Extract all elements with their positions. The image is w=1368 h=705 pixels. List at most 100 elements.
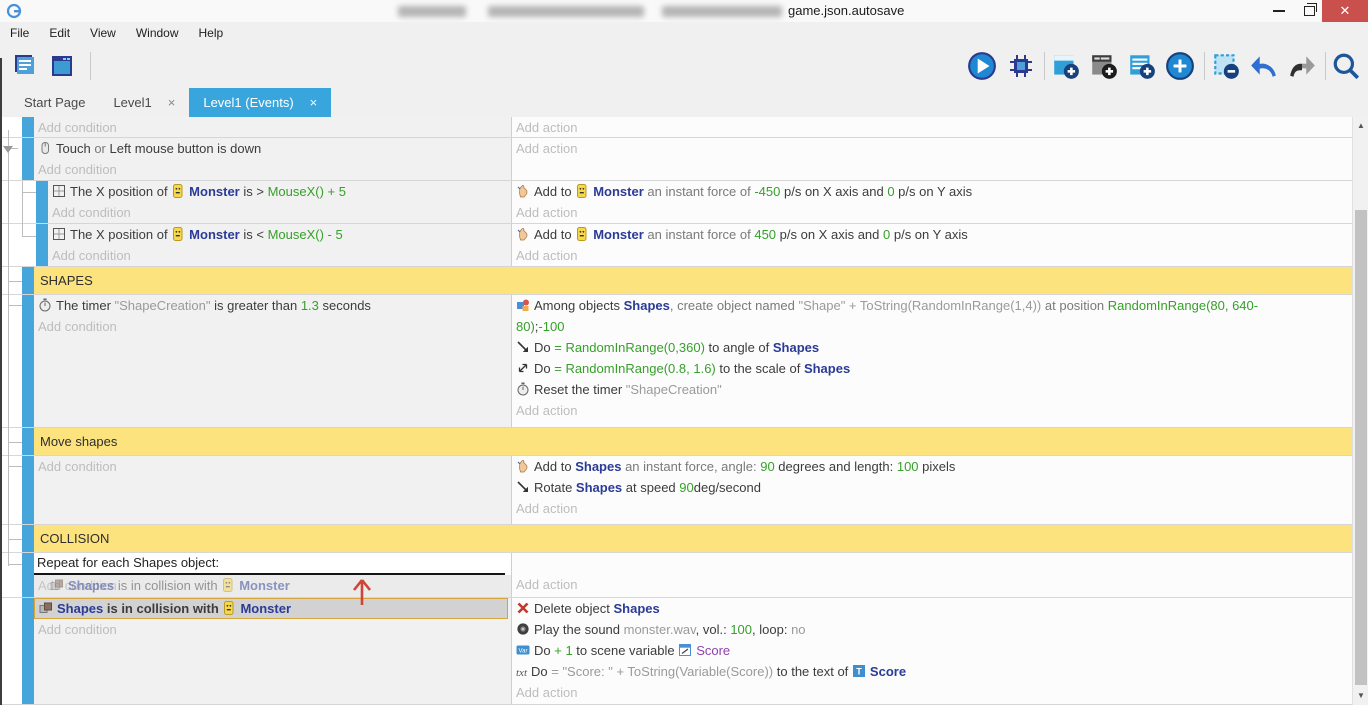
action-row[interactable]: txtDo = "Score: " + ToString(Variable(Sc… bbox=[512, 661, 1352, 682]
tab-level1[interactable]: Level1 × bbox=[99, 88, 189, 117]
scene-preview-icon[interactable] bbox=[46, 50, 78, 82]
action-row[interactable]: Rotate Shapes at speed 90deg/second bbox=[512, 477, 1352, 498]
force-icon bbox=[516, 459, 530, 473]
condition-row[interactable]: The X position of Monster is < MouseX() … bbox=[48, 224, 511, 245]
action-row[interactable]: Do = RandomInRange(0,360) to angle of Sh… bbox=[512, 337, 1352, 358]
text-segment: is greater than bbox=[210, 298, 300, 313]
condition-row[interactable]: Touch or Left mouse button is down bbox=[34, 138, 511, 159]
menu-file[interactable]: File bbox=[0, 22, 39, 44]
event-color-bar[interactable] bbox=[22, 525, 34, 552]
menu-view[interactable]: View bbox=[80, 22, 126, 44]
event-color-bar[interactable] bbox=[22, 553, 34, 597]
text-segment: an instant force, angle: bbox=[621, 459, 760, 474]
scene-editor-icon[interactable] bbox=[8, 50, 40, 82]
action-spacer bbox=[512, 553, 1352, 574]
svg-text:T: T bbox=[856, 667, 862, 677]
action-row[interactable]: Add to Monster an instant force of 450 p… bbox=[512, 224, 1352, 245]
text-segment: an instant force of bbox=[644, 184, 755, 199]
comment-block: Move shapes bbox=[0, 428, 1352, 456]
action-row[interactable]: Do = RandomInRange(0.8, 1.6) to the scal… bbox=[512, 358, 1352, 379]
add-action-button[interactable]: Add action bbox=[512, 117, 1352, 137]
add-action-button[interactable]: Add action bbox=[512, 202, 1352, 223]
text-segment: or bbox=[94, 141, 109, 156]
tab-level1-events[interactable]: Level1 (Events) × bbox=[189, 88, 331, 117]
add-condition-button[interactable]: Add condition bbox=[34, 619, 511, 640]
play-icon[interactable] bbox=[966, 50, 998, 82]
action-row[interactable]: Add to Monster an instant force of -450 … bbox=[512, 181, 1352, 202]
add-condition-button[interactable]: Add condition bbox=[34, 117, 511, 137]
event-color-bar[interactable] bbox=[22, 428, 34, 455]
text-segment: 100 bbox=[730, 622, 752, 637]
action-row[interactable]: 80);-100 bbox=[512, 316, 1352, 337]
conditions-cell: The X position of Monster is > MouseX() … bbox=[48, 181, 512, 223]
undo-icon[interactable] bbox=[1248, 50, 1280, 82]
add-action-button[interactable]: Add action bbox=[512, 400, 1352, 421]
action-row[interactable]: Add to Shapes an instant force, angle: 9… bbox=[512, 456, 1352, 477]
add-condition-button[interactable]: Add condition bbox=[48, 245, 511, 266]
add-action-button[interactable]: Add action bbox=[512, 138, 1352, 159]
conditions-cell: Add condition bbox=[34, 117, 512, 137]
collapse-arrow-icon[interactable] bbox=[3, 146, 13, 158]
foreach-header[interactable]: Repeat for each Shapes object: bbox=[34, 553, 505, 575]
event-color-bar[interactable] bbox=[22, 117, 34, 137]
add-condition-button[interactable]: Add condition bbox=[34, 456, 511, 477]
add-action-button[interactable]: Add action bbox=[512, 682, 1352, 703]
menu-window[interactable]: Window bbox=[126, 22, 189, 44]
condition-row[interactable]: The X position of Monster is > MouseX() … bbox=[48, 181, 511, 202]
condition-row[interactable]: The timer "ShapeCreation" is greater tha… bbox=[34, 295, 511, 316]
vertical-scrollbar[interactable]: ▲ ▼ bbox=[1352, 117, 1368, 705]
redacted-title-segment bbox=[398, 6, 466, 17]
search-icon[interactable] bbox=[1330, 50, 1362, 82]
action-row[interactable]: Reset the timer "ShapeCreation" bbox=[512, 379, 1352, 400]
monster-icon bbox=[171, 227, 185, 241]
remove-event-icon[interactable] bbox=[1210, 50, 1242, 82]
event-block: Touch or Left mouse button is downAdd co… bbox=[0, 138, 1352, 181]
add-group-icon[interactable] bbox=[1088, 50, 1120, 82]
condition-row-selected[interactable]: Shapes is in collision with Monster bbox=[34, 598, 508, 619]
scroll-down-icon[interactable]: ▼ bbox=[1353, 689, 1368, 703]
event-color-bar[interactable] bbox=[22, 295, 34, 427]
scrollbar-thumb[interactable] bbox=[1355, 210, 1367, 685]
tab-close-icon[interactable]: × bbox=[310, 95, 318, 110]
action-row[interactable]: Among objects Shapes, create object name… bbox=[512, 295, 1352, 316]
indent-spacer bbox=[22, 181, 36, 223]
action-row[interactable]: VarDo + 1 to scene variable Score bbox=[512, 640, 1352, 661]
scroll-up-icon[interactable]: ▲ bbox=[1353, 119, 1368, 133]
add-action-button[interactable]: Add action bbox=[512, 498, 1352, 519]
add-circle-icon[interactable] bbox=[1164, 50, 1196, 82]
add-action-button[interactable]: Add action bbox=[512, 245, 1352, 266]
menu-help[interactable]: Help bbox=[189, 22, 234, 44]
event-color-bar[interactable] bbox=[36, 224, 48, 266]
event-color-bar[interactable] bbox=[22, 598, 34, 704]
text-segment: to the text of bbox=[773, 664, 852, 679]
close-button[interactable]: ✕ bbox=[1322, 0, 1368, 22]
tab-start-page[interactable]: Start Page bbox=[10, 88, 99, 117]
add-object-icon[interactable] bbox=[1050, 50, 1082, 82]
gutter bbox=[0, 117, 22, 137]
comment-band[interactable]: SHAPES bbox=[34, 267, 1352, 294]
restore-button[interactable] bbox=[1294, 0, 1324, 22]
event-color-bar[interactable] bbox=[36, 181, 48, 223]
redo-icon[interactable] bbox=[1286, 50, 1318, 82]
comment-band[interactable]: COLLISION bbox=[34, 525, 1352, 552]
debug-icon[interactable] bbox=[1005, 50, 1037, 82]
variable-icon: Var bbox=[516, 643, 530, 657]
add-condition-button[interactable]: Add condition bbox=[48, 202, 511, 223]
action-row[interactable]: Play the sound monster.wav, vol.: 100, l… bbox=[512, 619, 1352, 640]
text-segment: , create object named bbox=[670, 298, 799, 313]
add-condition-button[interactable]: Add condition bbox=[34, 316, 511, 337]
add-action-button[interactable]: Add action bbox=[512, 574, 1352, 595]
text-segment: deg/second bbox=[694, 480, 761, 495]
position-icon bbox=[52, 184, 66, 198]
minimize-button[interactable] bbox=[1262, 0, 1296, 22]
tab-close-icon[interactable]: × bbox=[168, 95, 176, 110]
event-color-bar[interactable] bbox=[22, 138, 34, 180]
text-segment: Monster bbox=[189, 184, 240, 199]
event-color-bar[interactable] bbox=[22, 267, 34, 294]
action-row[interactable]: Delete object Shapes bbox=[512, 598, 1352, 619]
menu-edit[interactable]: Edit bbox=[39, 22, 80, 44]
add-event-icon[interactable] bbox=[1126, 50, 1158, 82]
comment-band[interactable]: Move shapes bbox=[34, 428, 1352, 455]
event-color-bar[interactable] bbox=[22, 456, 34, 524]
add-condition-button[interactable]: Add condition bbox=[34, 159, 511, 180]
